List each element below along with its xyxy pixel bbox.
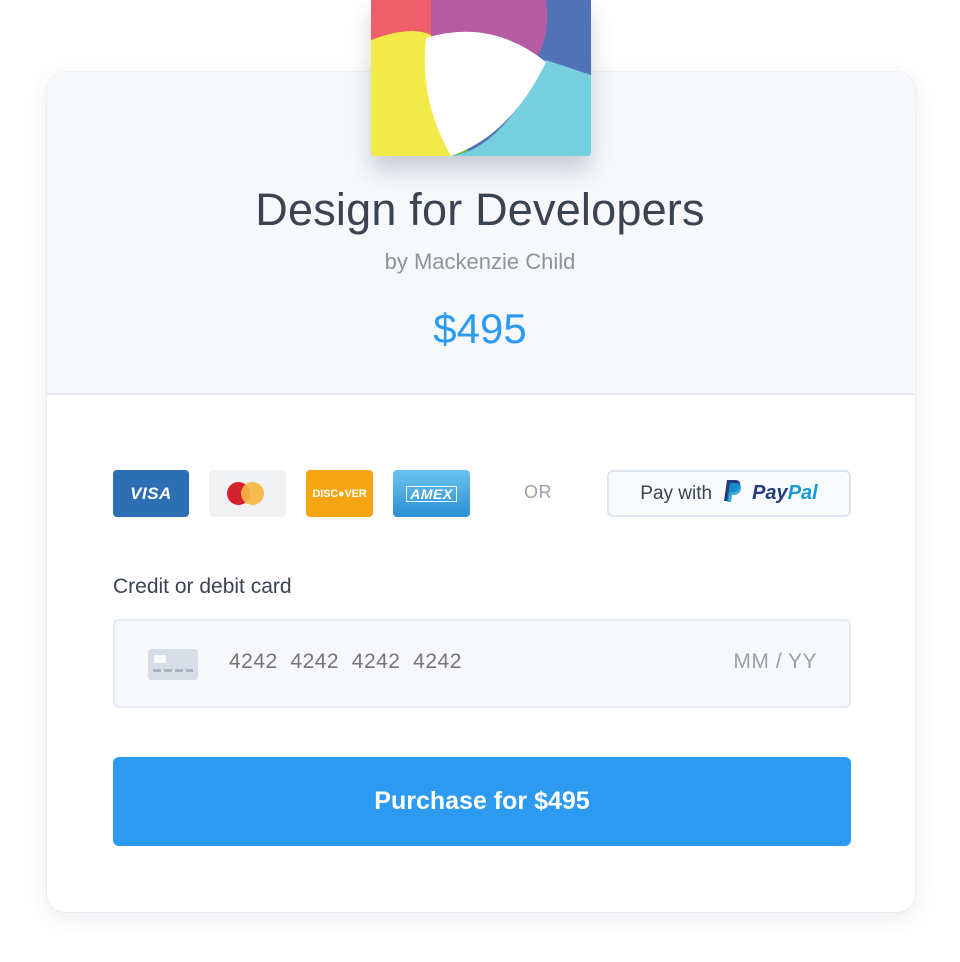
book-cover-art bbox=[371, 0, 591, 156]
book-cover-image bbox=[371, 0, 591, 156]
amex-logo: AMEX bbox=[393, 470, 470, 517]
purchase-button[interactable]: Purchase for $495 bbox=[113, 757, 851, 846]
expiry-input[interactable]: MM / YY bbox=[733, 650, 817, 674]
product-title: Design for Developers bbox=[255, 184, 705, 235]
credit-card-icon bbox=[148, 649, 198, 680]
paypal-p-icon bbox=[722, 479, 742, 508]
paypal-prefix: Pay with bbox=[640, 482, 713, 504]
amex-label: AMEX bbox=[406, 485, 457, 502]
paypal-wordmark-pal: Pal bbox=[787, 482, 818, 504]
discover-logo: DISC●VER bbox=[306, 470, 373, 517]
card-chip bbox=[154, 655, 166, 663]
visa-label: VISA bbox=[130, 483, 172, 503]
card-input-field[interactable]: MM / YY bbox=[113, 619, 851, 708]
discover-label: DISC●VER bbox=[312, 487, 367, 500]
mastercard-icon bbox=[209, 470, 286, 517]
visa-logo: VISA bbox=[113, 470, 189, 517]
paypal-wordmark: PayPal bbox=[752, 482, 818, 505]
or-divider: OR bbox=[524, 482, 552, 502]
product-price: $495 bbox=[433, 305, 527, 352]
mastercard-yellow-circle bbox=[241, 482, 264, 505]
card-number-dashes bbox=[153, 669, 193, 672]
card-number-input[interactable] bbox=[229, 650, 649, 674]
paypal-wordmark-pay: Pay bbox=[752, 482, 788, 504]
product-author: by Mackenzie Child bbox=[384, 249, 576, 274]
paypal-button[interactable]: Pay with PayPal bbox=[607, 470, 851, 517]
card-field-label: Credit or debit card bbox=[113, 575, 292, 598]
